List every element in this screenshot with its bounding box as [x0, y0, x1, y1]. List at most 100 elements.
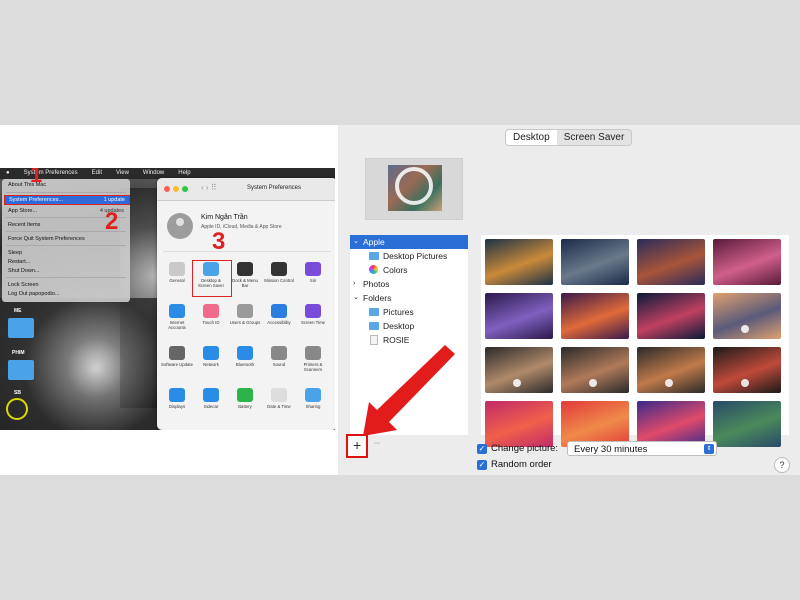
menu-separator [6, 277, 126, 278]
menu-view[interactable]: View [116, 168, 129, 179]
pane-label: Date & Time [267, 404, 291, 409]
pane-mission-control[interactable]: Mission Control [263, 262, 295, 283]
source-list: ⌄ Apple Desktop Pictures Colors › Photos… [350, 235, 468, 435]
pane-clock[interactable]: Date & Time [263, 388, 295, 409]
menu-item-recent-items[interactable]: Recent Items [8, 222, 40, 228]
menu-item-restart[interactable]: Restart... [8, 259, 30, 265]
annotation-arrow-icon [363, 345, 455, 436]
apple-logo-icon[interactable]: ● [6, 168, 10, 179]
wallpaper-thumbnail[interactable] [485, 293, 553, 339]
update-badge: 1 update [103, 197, 125, 203]
wallpaper-thumbnail[interactable] [485, 347, 553, 393]
sidebar-item-label: Folders [363, 293, 392, 303]
wallpaper-thumbnail[interactable] [713, 347, 781, 393]
user-name: Kim Ngân Trần [201, 214, 248, 221]
pane-general[interactable]: General [161, 262, 193, 283]
menu-item-sleep[interactable]: Sleep [8, 250, 22, 256]
tab-desktop[interactable]: Desktop [506, 130, 557, 145]
wallpaper-thumbnail[interactable] [637, 239, 705, 285]
menu-item-lock-screen[interactable]: Lock Screen [8, 282, 39, 288]
sidebar-item-desktop-pictures[interactable]: Desktop Pictures [350, 249, 468, 263]
pane-label: Sound [272, 362, 286, 367]
pane-hourglass[interactable]: Screen Time [297, 304, 329, 325]
close-button[interactable] [164, 186, 170, 192]
pane-battery[interactable]: Battery [229, 388, 261, 409]
clock-icon [271, 388, 287, 402]
change-picture-checkbox[interactable]: ✓ [477, 444, 487, 454]
folder-icon [305, 388, 321, 402]
help-button[interactable]: ? [774, 457, 790, 473]
folder-icon [369, 252, 379, 260]
desktop-folder-label: SB [14, 390, 21, 396]
zoom-button[interactable] [182, 186, 188, 192]
mac-desktop-screenshot: ● System Preferences Edit View Window He… [0, 168, 335, 430]
display-icon [169, 388, 185, 402]
minimize-button[interactable] [173, 186, 179, 192]
pane-folder[interactable]: Sharing [297, 388, 329, 409]
divider [163, 251, 331, 252]
menu-item-force-quit[interactable]: Force Quit System Preferences [8, 236, 85, 242]
pane-dock[interactable]: Dock & Menu Bar [229, 262, 261, 288]
folder-icon[interactable] [8, 318, 34, 338]
wallpaper-thumbnail[interactable] [485, 401, 553, 447]
sidebar-item-photos[interactable]: › Photos [350, 277, 468, 291]
avatar[interactable] [167, 213, 193, 239]
pane-globe[interactable]: Network [195, 346, 227, 367]
pane-siri[interactable]: Siri [297, 262, 329, 283]
pane-users[interactable]: Users & Groups [229, 304, 261, 325]
sidecar-icon [203, 388, 219, 402]
sidebar-item-folders[interactable]: ⌄ Folders [350, 291, 468, 305]
wallpaper-thumbnail[interactable] [637, 347, 705, 393]
sidebar-item-colors[interactable]: Colors [350, 263, 468, 277]
pane-label: Bluetooth [235, 362, 255, 367]
wallpaper-thumbnail[interactable] [713, 293, 781, 339]
back-forward-icon[interactable]: ‹ › ⠿ [201, 183, 217, 192]
pane-speaker[interactable]: Sound [263, 346, 295, 367]
wallpaper-thumbnail[interactable] [713, 401, 781, 447]
pane-label: Battery [238, 404, 252, 409]
wallpaper-thumbnail[interactable] [561, 239, 629, 285]
pane-at[interactable]: Internet Accounts [161, 304, 193, 330]
wallpaper-thumbnail[interactable] [713, 239, 781, 285]
pane-fingerprint[interactable]: Touch ID [195, 304, 227, 325]
folder-icon[interactable] [8, 360, 34, 380]
wallpaper-thumbnail[interactable] [561, 293, 629, 339]
remove-folder-button[interactable]: − [370, 436, 384, 454]
pane-gear[interactable]: Software Update [161, 346, 193, 367]
menu-item-system-preferences[interactable]: System Preferences... 1 update [4, 195, 130, 205]
chevron-right-icon[interactable]: › [353, 277, 355, 291]
sidebar-item-pictures[interactable]: Pictures [350, 305, 468, 319]
wallpaper-thumbnail[interactable] [485, 239, 553, 285]
change-picture-interval-select[interactable]: Every 30 minutes ⇕ [567, 441, 717, 456]
wallpaper-thumbnail[interactable] [561, 347, 629, 393]
pane-label: Mission Control [264, 278, 294, 283]
random-order-checkbox[interactable]: ✓ [477, 460, 487, 470]
menu-item-log-out[interactable]: Log Out papopodio... [8, 291, 59, 297]
chevron-down-icon[interactable]: ⌄ [353, 291, 359, 305]
fingerprint-icon [203, 304, 219, 318]
pane-label: Printers & Scanners [303, 362, 323, 372]
mission-control-icon [271, 262, 287, 276]
sidebar-item-apple[interactable]: ⌄ Apple [350, 235, 468, 249]
pane-label: Software Update [161, 362, 194, 367]
pane-sidecar[interactable]: Sidecar [195, 388, 227, 409]
sidebar-item-label: Desktop Pictures [383, 251, 448, 261]
pane-accessibility[interactable]: Accessibility [263, 304, 295, 325]
chevron-down-icon[interactable]: ⌄ [353, 235, 359, 249]
pane-printer[interactable]: Printers & Scanners [297, 346, 329, 372]
at-icon [169, 304, 185, 318]
add-folder-button[interactable]: + [346, 434, 368, 458]
wallpaper-thumbnail[interactable] [637, 293, 705, 339]
dynamic-sync-icon [395, 167, 433, 205]
menu-item-app-store[interactable]: App Store... [8, 208, 37, 214]
folder-icon [369, 308, 379, 316]
menu-item-shut-down[interactable]: Shut Down... [8, 268, 40, 274]
apple-menu: About This Mac System Preferences... 1 u… [2, 179, 130, 302]
chevron-updown-icon: ⇕ [704, 444, 714, 454]
pane-display[interactable]: Displays [161, 388, 193, 409]
sidebar-item-desktop[interactable]: Desktop [350, 319, 468, 333]
menu-edit[interactable]: Edit [92, 168, 102, 179]
disk-icon[interactable] [6, 398, 28, 420]
pane-bluetooth[interactable]: Bluetooth [229, 346, 261, 367]
tab-screen-saver[interactable]: Screen Saver [557, 130, 632, 145]
